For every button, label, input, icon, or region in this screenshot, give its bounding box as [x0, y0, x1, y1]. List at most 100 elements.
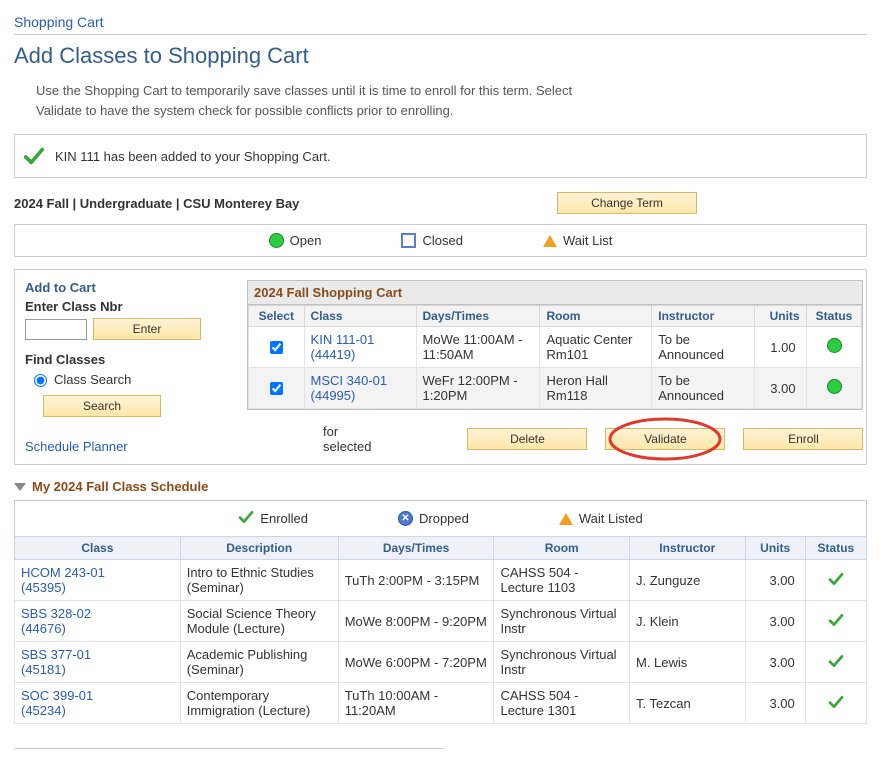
sched-desc: Contemporary Immigration (Lecture): [180, 683, 338, 724]
collapse-icon: [14, 483, 26, 491]
sched-instr: M. Lewis: [630, 642, 746, 683]
sched-class-link[interactable]: SBS 377-01(45181): [21, 647, 91, 677]
closed-icon: [401, 233, 416, 248]
open-icon: [827, 338, 842, 353]
cart-panel: Add to Cart Enter Class Nbr Enter Find C…: [14, 269, 867, 465]
sched-class-link[interactable]: SBS 328-02(44676): [21, 606, 91, 636]
cart-row-checkbox[interactable]: [270, 382, 283, 395]
cart-row-checkbox[interactable]: [270, 341, 283, 354]
legend-waitlisted-label: Wait Listed: [579, 511, 643, 526]
sched-status: [805, 601, 866, 642]
sched-days: TuTh 10:00AM - 11:20AM: [338, 683, 494, 724]
success-message: KIN 111 has been added to your Shopping …: [14, 134, 867, 178]
enrolled-icon: [828, 575, 844, 590]
sched-room: Synchronous Virtual Instr: [494, 601, 630, 642]
search-button[interactable]: Search: [43, 395, 161, 417]
schedule-legend: Enrolled ✕ Dropped Wait Listed: [14, 500, 867, 536]
sched-room: CAHSS 504 - Lecture 1301: [494, 683, 630, 724]
class-search-radio[interactable]: [34, 374, 47, 387]
cart-status: [806, 327, 862, 368]
enter-class-label: Enter Class Nbr: [25, 299, 233, 314]
legend-wait-label: Wait List: [563, 233, 612, 248]
cart-units: 3.00: [755, 368, 806, 409]
legend-closed: Closed: [401, 233, 462, 248]
schedule-planner-link[interactable]: Schedule Planner: [25, 439, 128, 454]
status-legend: Open Closed Wait List: [14, 224, 867, 257]
cart-days: WeFr 12:00PM - 1:20PM: [416, 368, 540, 409]
cart-class-link[interactable]: KIN 111-01(44419): [311, 332, 375, 362]
enrolled-icon: [828, 616, 844, 631]
waitlist-icon: [559, 513, 573, 525]
sched-room: CAHSS 504 - Lecture 1103: [494, 560, 630, 601]
cart-th-class: Class: [304, 306, 416, 327]
enter-button[interactable]: Enter: [93, 318, 201, 340]
sched-class-link[interactable]: HCOM 243-01(45395): [21, 565, 105, 595]
validate-button[interactable]: Validate: [605, 428, 725, 450]
enrolled-icon: [828, 698, 844, 713]
sched-th-instr: Instructor: [630, 537, 746, 560]
schedule-table: Class Description Days/Times Room Instru…: [14, 536, 867, 724]
cart-th-days: Days/Times: [416, 306, 540, 327]
sched-th-status: Status: [805, 537, 866, 560]
sched-units: 3.00: [745, 683, 805, 724]
change-term-button[interactable]: Change Term: [557, 192, 697, 214]
open-icon: [269, 233, 284, 248]
sched-status: [805, 683, 866, 724]
cart-th-instr: Instructor: [652, 306, 755, 327]
cart-units: 1.00: [755, 327, 806, 368]
legend-open: Open: [269, 233, 322, 248]
sched-status: [805, 642, 866, 683]
cart-th-select: Select: [249, 306, 305, 327]
sched-status: [805, 560, 866, 601]
sched-desc: Intro to Ethnic Studies (Seminar): [180, 560, 338, 601]
sched-days: MoWe 8:00PM - 9:20PM: [338, 601, 494, 642]
enroll-button[interactable]: Enroll: [743, 428, 863, 450]
cart-action-row: for selected Delete Validate Enroll: [247, 424, 863, 454]
schedule-row: SBS 328-02(44676) Social Science Theory …: [15, 601, 867, 642]
footer-divider: [14, 748, 444, 749]
sched-units: 3.00: [745, 642, 805, 683]
sched-days: MoWe 6:00PM - 7:20PM: [338, 642, 494, 683]
delete-button[interactable]: Delete: [467, 428, 587, 450]
term-row: 2024 Fall | Undergraduate | CSU Monterey…: [14, 192, 867, 214]
validate-highlight: Validate: [605, 428, 725, 450]
class-nbr-input[interactable]: [25, 319, 87, 340]
cart-class-link[interactable]: MSCI 340-01(44995): [311, 373, 388, 403]
legend-closed-label: Closed: [422, 233, 462, 248]
cart-table-box: 2024 Fall Shopping Cart Select Class Day…: [247, 280, 863, 410]
legend-wait: Wait List: [543, 233, 612, 248]
waitlist-icon: [543, 235, 557, 247]
legend-dropped: ✕ Dropped: [398, 509, 469, 528]
for-selected-label: for selected: [323, 424, 371, 454]
cart-th-room: Room: [540, 306, 652, 327]
intro-line1: Use the Shopping Cart to temporarily sav…: [36, 81, 867, 101]
sched-th-room: Room: [494, 537, 630, 560]
sched-instr: T. Tezcan: [630, 683, 746, 724]
open-icon: [827, 379, 842, 394]
cart-th-status: Status: [806, 306, 862, 327]
legend-enrolled: Enrolled: [238, 509, 308, 528]
cart-table: Select Class Days/Times Room Instructor …: [248, 305, 862, 409]
page-heading: Add Classes to Shopping Cart: [14, 43, 867, 69]
sched-th-desc: Description: [180, 537, 338, 560]
intro-text: Use the Shopping Cart to temporarily sav…: [36, 81, 867, 120]
find-classes-title: Find Classes: [25, 352, 233, 367]
schedule-row: SOC 399-01(45234) Contemporary Immigrati…: [15, 683, 867, 724]
cart-row: MSCI 340-01(44995) WeFr 12:00PM - 1:20PM…: [249, 368, 862, 409]
class-search-label: Class Search: [54, 372, 131, 387]
sched-units: 3.00: [745, 601, 805, 642]
legend-open-label: Open: [290, 233, 322, 248]
success-text: KIN 111 has been added to your Shopping …: [55, 149, 331, 164]
legend-enrolled-label: Enrolled: [260, 511, 308, 526]
sched-instr: J. Klein: [630, 601, 746, 642]
add-to-cart-sidebar: Add to Cart Enter Class Nbr Enter Find C…: [25, 280, 233, 454]
dropped-icon: ✕: [398, 511, 413, 526]
sched-days: TuTh 2:00PM - 3:15PM: [338, 560, 494, 601]
cart-content: 2024 Fall Shopping Cart Select Class Day…: [247, 280, 863, 454]
schedule-section-header[interactable]: My 2024 Fall Class Schedule: [14, 479, 867, 494]
sched-class-link[interactable]: SOC 399-01(45234): [21, 688, 93, 718]
checkmark-icon: [23, 145, 45, 167]
class-search-radio-row[interactable]: Class Search: [29, 371, 233, 387]
term-label: 2024 Fall | Undergraduate | CSU Monterey…: [14, 196, 299, 211]
schedule-title: My 2024 Fall Class Schedule: [32, 479, 208, 494]
